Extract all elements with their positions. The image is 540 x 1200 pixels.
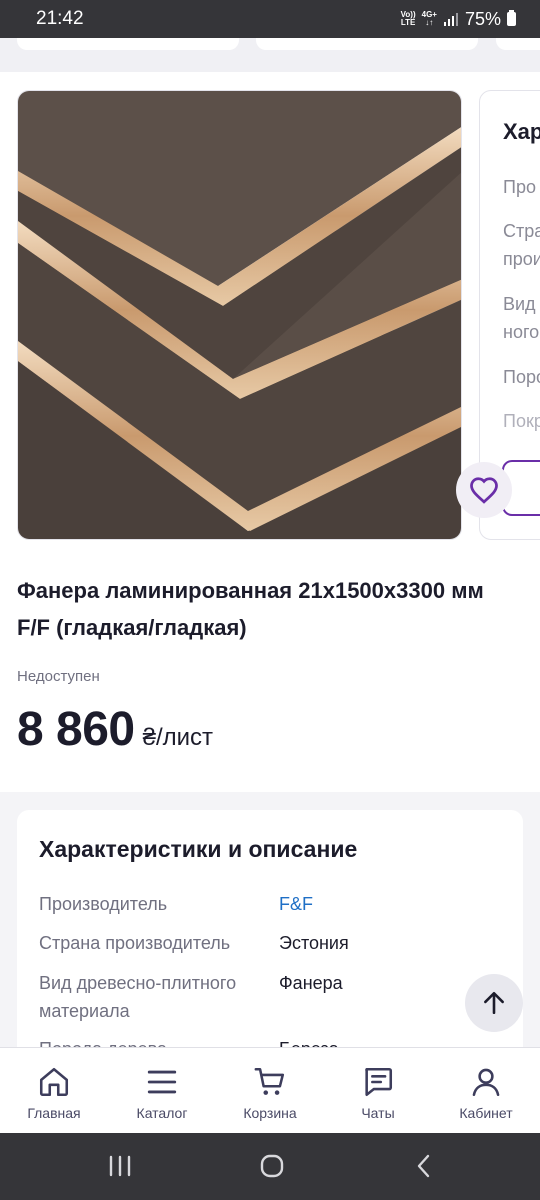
nav-label: Каталог: [136, 1105, 188, 1121]
characteristics-heading: Характеристики и описание: [39, 836, 358, 862]
nav-label: Корзина: [243, 1105, 297, 1121]
spec-label: Производитель: [39, 894, 168, 914]
peek-row: Стра: [503, 221, 540, 241]
nav-item-cabinet[interactable]: Кабинет: [436, 1065, 536, 1121]
home-circle-icon: [260, 1154, 284, 1178]
home-icon: [39, 1067, 69, 1097]
network-type-icon: 4G+ ↓↑: [421, 10, 437, 27]
scroll-to-top-button[interactable]: [465, 974, 523, 1032]
spec-value-manufacturer-link[interactable]: F&F: [279, 890, 313, 918]
volte-icon: Vo)) LTE: [400, 10, 416, 27]
top-chip[interactable]: [17, 38, 239, 50]
favorite-button[interactable]: [456, 462, 512, 518]
spec-value: Эстония: [279, 933, 349, 953]
battery-icon: [507, 10, 516, 26]
recent-apps-button[interactable]: [100, 1151, 140, 1181]
peek-row: Про: [503, 177, 536, 197]
peek-title: Хар: [503, 119, 540, 144]
availability-status: Недоступен: [17, 668, 100, 685]
price-unit: ₴/лист: [142, 724, 214, 751]
chat-icon: [365, 1067, 393, 1097]
back-button[interactable]: [404, 1151, 444, 1181]
heart-icon: [470, 477, 498, 504]
top-chip[interactable]: [496, 38, 540, 50]
home-system-button[interactable]: [252, 1151, 292, 1181]
product-image[interactable]: [17, 90, 462, 540]
battery-percent: 75%: [464, 8, 501, 29]
nav-label: Чаты: [361, 1105, 395, 1121]
user-icon: [472, 1068, 500, 1097]
nav-item-chats[interactable]: Чаты: [328, 1065, 428, 1121]
nav-label: Главная: [27, 1105, 81, 1121]
status-icons: Vo)) LTE 4G+ ↓↑ 75%: [401, 9, 516, 30]
price-value: 8 860: [17, 703, 135, 756]
plywood-image: [18, 91, 461, 539]
product-title: Фанера ламинированная 21x1500x3300 мм F/…: [17, 578, 484, 640]
peek-row: ного: [503, 322, 540, 342]
product-section: Хар Про Стра прои Вид ного Поро Покр Фан…: [0, 72, 540, 792]
system-navigation-bar: [0, 1133, 540, 1200]
nav-item-cart[interactable]: Корзина: [220, 1065, 320, 1121]
status-bar: 21:42 Vo)) LTE 4G+ ↓↑ 75%: [0, 0, 540, 38]
arrow-up-icon: [484, 991, 504, 1015]
signal-icon: [443, 13, 458, 26]
top-chip[interactable]: [256, 38, 478, 50]
peek-row: Вид: [503, 294, 536, 314]
bottom-navigation: Главная Каталог Корзина Чаты Кабинет: [0, 1047, 540, 1133]
peek-row: Поро: [503, 367, 540, 387]
nav-item-home[interactable]: Главная: [4, 1065, 104, 1121]
recent-apps-icon: [109, 1155, 131, 1177]
spec-label: Страна производитель: [39, 933, 231, 953]
back-icon: [417, 1154, 430, 1178]
peek-row: прои: [503, 249, 540, 269]
status-time: 21:42: [36, 8, 84, 29]
peek-row: Покр: [503, 411, 540, 431]
menu-icon: [147, 1070, 177, 1094]
spec-value: Фанера: [279, 973, 343, 993]
top-strip: [0, 38, 540, 73]
nav-item-catalog[interactable]: Каталог: [112, 1065, 212, 1121]
spec-label: Вид древесно-плитного материала: [39, 973, 237, 1021]
cart-icon: [254, 1067, 285, 1095]
price: 8 860 ₴/лист: [17, 702, 213, 757]
nav-label: Кабинет: [459, 1105, 513, 1121]
